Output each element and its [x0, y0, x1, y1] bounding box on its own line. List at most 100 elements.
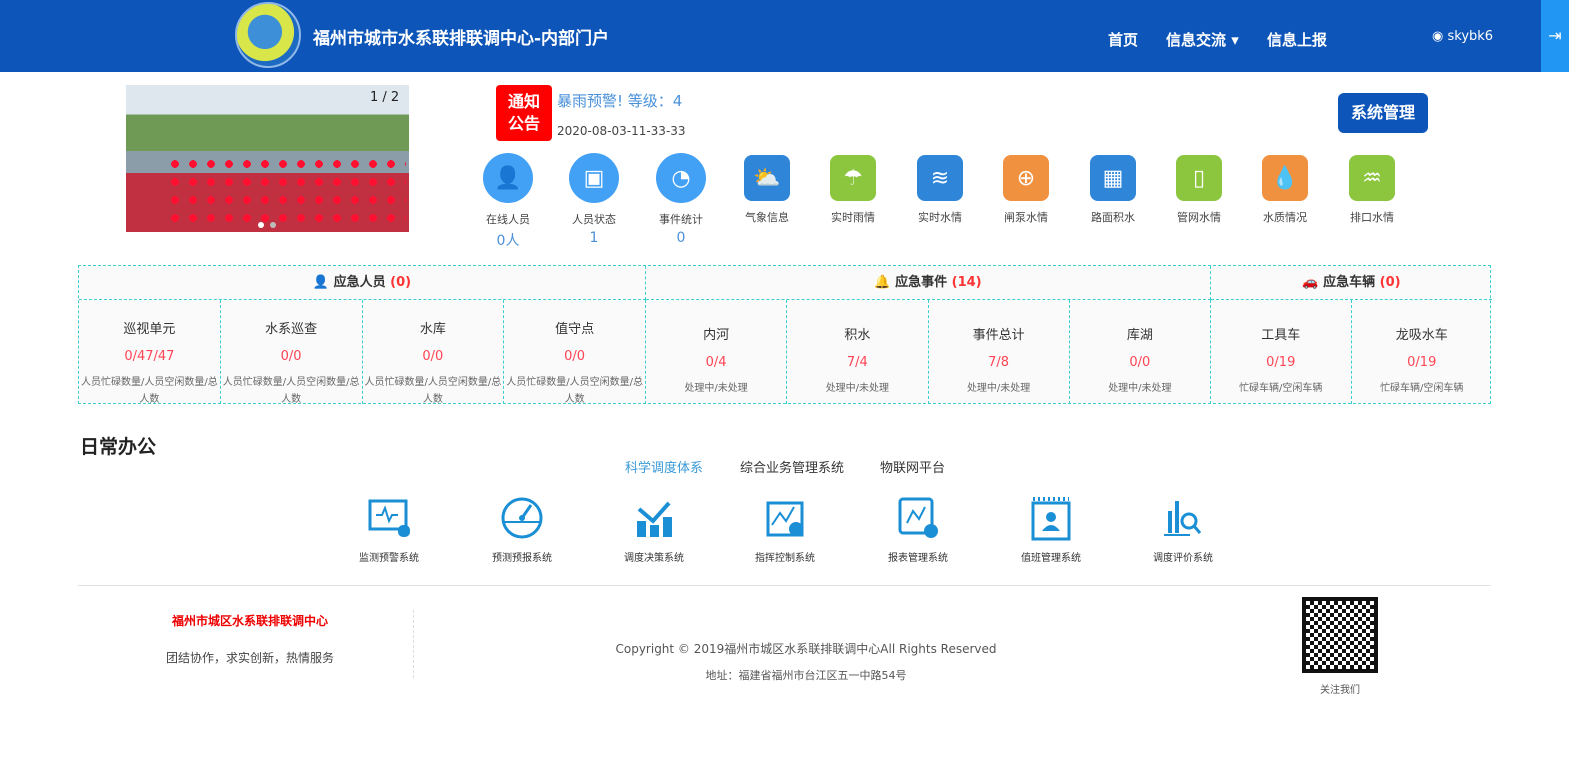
system-label: 预测预报系统 — [492, 553, 552, 564]
system-forecast-gauge[interactable]: 预测预报系统 — [467, 495, 577, 564]
cell-desc: 处理中/未处理 — [825, 383, 890, 394]
cell-value: 0/47/47 — [124, 349, 175, 364]
quick-label: 水质情况 — [1263, 211, 1307, 224]
emergency-cell[interactable]: 龙吸水车 0/19 忙碌车辆/空闲车辆 — [1352, 300, 1493, 404]
system-evaluation-search[interactable]: 调度评价系统 — [1128, 495, 1238, 564]
footer-org: 福州市城区水系联排联调中心 — [171, 614, 328, 628]
quick-label: 管网水情 — [1177, 211, 1221, 224]
online-users-icon: 👤 — [483, 153, 533, 203]
quick-weather[interactable]: ⛅ 气象信息 — [727, 155, 807, 225]
quick-label: 在线人员 — [486, 213, 530, 226]
cell-value: 7/8 — [988, 355, 1010, 370]
quick-online-users[interactable]: 👤 在线人员 0人 — [468, 153, 548, 250]
sign-out-icon: ⇥ — [1548, 26, 1562, 45]
user-icon: 👤 — [312, 275, 330, 290]
cell-desc: 人员忙碌数量/人员空闲数量/总人数 — [364, 377, 502, 405]
cell-value: 0/0 — [280, 349, 302, 364]
qr-code — [1302, 597, 1378, 673]
cell-title: 水库 — [419, 322, 446, 337]
nav-info-exchange[interactable]: 信息交流 ▾ — [1166, 29, 1239, 50]
cell-value: 0/4 — [705, 355, 727, 370]
outfall-icon: ♒ — [1349, 155, 1395, 201]
emergency-cell[interactable]: 积水 7/4 处理中/未处理 — [787, 300, 929, 404]
quick-value: 1 — [589, 230, 599, 246]
emergency-cell[interactable]: 库湖 0/0 处理中/未处理 — [1070, 300, 1211, 404]
emergency-cell[interactable]: 工具车 0/19 忙碌车辆/空闲车辆 — [1211, 300, 1352, 404]
tab-scientific-dispatch[interactable]: 科学调度体系 — [625, 457, 703, 476]
forecast-gauge-icon — [501, 497, 543, 539]
emergency-group-header: 🔔 应急事件 (14) — [646, 266, 1211, 300]
command-control-icon — [766, 501, 804, 537]
quick-pipe-network[interactable]: ▯ 管网水情 — [1159, 155, 1239, 225]
nav-home[interactable]: 首页 — [1108, 29, 1138, 50]
photo-carousel[interactable] — [126, 85, 409, 232]
staff-status-icon: ▣ — [569, 153, 619, 203]
quick-gate-pump[interactable]: ⊕ 闸泵水情 — [986, 155, 1066, 225]
emergency-group-header: 🚗 应急车辆 (0) — [1211, 266, 1492, 300]
quick-value: 0人 — [496, 233, 520, 249]
system-report-management[interactable]: 报表管理系统 — [863, 495, 973, 564]
tab-iot-platform[interactable]: 物联网平台 — [880, 457, 945, 476]
username: skybk6 — [1447, 29, 1494, 44]
weather-icon: ⛅ — [744, 155, 790, 201]
quick-staff-status[interactable]: ▣ 人员状态 1 — [554, 153, 634, 246]
emergency-cell[interactable]: 水系巡查 0/0 人员忙碌数量/人员空闲数量/总人数 — [221, 300, 363, 405]
footer-slogan: 团结协作，求实创新，热情服务 — [165, 651, 334, 665]
cell-value: 0/19 — [1266, 355, 1296, 370]
system-label: 调度评价系统 — [1153, 553, 1213, 564]
bell-icon: 🔔 — [874, 275, 891, 290]
system-duty-calendar[interactable]: 值班管理系统 — [996, 495, 1106, 564]
system-label: 调度决策系统 — [624, 553, 684, 564]
logo — [235, 2, 301, 68]
emergency-cell[interactable]: 巡视单元 0/47/47 人员忙碌数量/人员空闲数量/总人数 — [79, 300, 221, 405]
cell-title: 龙吸水车 — [1395, 328, 1448, 343]
emergency-cell[interactable]: 事件总计 7/8 处理中/未处理 — [929, 300, 1070, 404]
user-menu[interactable]: ◉ skybk6 — [1432, 29, 1493, 44]
notice-badge: 通知公告 — [496, 85, 552, 141]
logout-button[interactable]: ⇥ — [1541, 0, 1569, 72]
quick-water-level[interactable]: ≋ 实时水情 — [900, 155, 980, 225]
system-label: 指挥控制系统 — [755, 553, 815, 564]
user-circle-icon: ◉ — [1432, 29, 1448, 44]
quick-label: 气象信息 — [745, 211, 789, 224]
quick-outfall[interactable]: ♒ 排口水情 — [1332, 155, 1412, 225]
system-decision-chart[interactable]: 调度决策系统 — [599, 495, 709, 564]
carousel-dot[interactable] — [270, 222, 276, 228]
cell-value: 0/0 — [422, 349, 444, 364]
daily-office-title: 日常办公 — [80, 436, 157, 458]
cell-desc: 忙碌车辆/空闲车辆 — [1239, 383, 1323, 394]
emergency-cell[interactable]: 内河 0/4 处理中/未处理 — [646, 300, 788, 404]
notice-title[interactable]: 暴雨预警! 等级：4 — [557, 90, 682, 111]
carousel-dot[interactable] — [258, 222, 264, 228]
quick-rainfall[interactable]: ☂ 实时雨情 — [813, 155, 893, 225]
cell-desc: 处理中/未处理 — [1108, 383, 1172, 394]
emergency-group-header: 👤 应急人员 (0) — [79, 266, 646, 300]
cell-value: 0/0 — [1129, 355, 1151, 370]
system-monitor-alert[interactable]: 监测预警系统 — [334, 495, 444, 564]
quick-water-quality[interactable]: 💧 水质情况 — [1245, 155, 1325, 225]
system-management-button[interactable]: 系统管理 — [1338, 93, 1428, 133]
quick-event-stats[interactable]: ◔ 事件统计 0 — [641, 153, 721, 246]
quick-label: 事件统计 — [659, 213, 703, 226]
cell-title: 巡视单元 — [123, 322, 176, 337]
emergency-cell[interactable]: 水库 0/0 人员忙碌数量/人员空闲数量/总人数 — [363, 300, 505, 405]
evaluation-search-icon — [1164, 501, 1202, 536]
system-command-control[interactable]: 指挥控制系统 — [730, 495, 840, 564]
copyright: Copyright © 2019福州市城区水系联排联调中心All Rights … — [615, 642, 997, 656]
quick-label: 人员状态 — [572, 213, 616, 226]
quick-value: 0 — [676, 230, 686, 246]
emergency-cell[interactable]: 值守点 0/0 人员忙碌数量/人员空闲数量/总人数 — [504, 300, 646, 405]
carousel-pager: 1 / 2 — [370, 90, 400, 105]
quick-label: 实时水情 — [918, 211, 962, 224]
qr-label: 关注我们 — [1320, 685, 1360, 696]
cell-title: 工具车 — [1261, 328, 1301, 343]
road-ponding-icon: ▦ — [1090, 155, 1136, 201]
system-label: 值班管理系统 — [1021, 553, 1081, 564]
nav-info-report[interactable]: 信息上报 — [1267, 29, 1327, 50]
cell-desc: 处理中/未处理 — [966, 383, 1031, 394]
duty-calendar-icon — [1031, 497, 1071, 541]
tab-business-management[interactable]: 综合业务管理系统 — [740, 457, 844, 476]
system-label: 报表管理系统 — [888, 553, 948, 564]
emergency-table: 👤 应急人员 (0) 🔔 应急事件 (14) 🚗 应急车辆 (0) 巡视单元 0/4… — [78, 265, 1493, 405]
quick-road-ponding[interactable]: ▦ 路面积水 — [1073, 155, 1153, 225]
